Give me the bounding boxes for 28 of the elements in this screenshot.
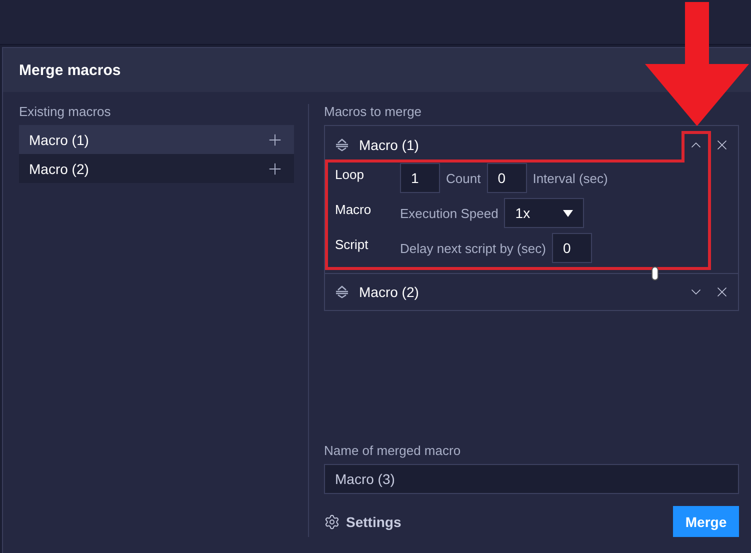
section-label: Existing macros	[19, 104, 112, 119]
gear-icon	[324, 514, 340, 530]
count-field[interactable]: 1	[400, 163, 440, 193]
row-label: Loop	[335, 166, 365, 182]
row-label: Script	[335, 236, 370, 252]
dropdown-arrow-icon	[563, 210, 574, 216]
interval-label: Interval (sec)	[532, 170, 608, 186]
dialog-title: Merge macros	[19, 62, 121, 78]
settings-button[interactable]: Settings	[324, 514, 402, 530]
cursor-icon	[650, 266, 660, 281]
speed-label: Execution Speed	[400, 206, 498, 220]
speed-dropdown[interactable]: 1x	[504, 198, 584, 228]
name-field[interactable]: Macro (3)	[324, 464, 739, 494]
field-label: Name of merged macro	[324, 443, 462, 458]
sort-icon[interactable]	[335, 138, 349, 152]
macro-list-item[interactable]: Macro (1)	[19, 125, 294, 154]
macro-name: Macro (1)	[29, 132, 89, 148]
macro-list-item[interactable]: Macro (2)	[19, 154, 294, 183]
section-label: Macros to merge	[324, 104, 423, 119]
macro-name: Macro (1)	[359, 136, 420, 152]
sort-icon[interactable]	[335, 285, 349, 299]
macro-name: Macro (2)	[359, 284, 420, 300]
count-label: Count	[446, 170, 481, 186]
interval-field[interactable]: 0	[486, 163, 527, 193]
delay-label: Delay next script by (sec)	[400, 240, 546, 256]
delay-field[interactable]: 0	[552, 233, 592, 263]
macro-name: Macro (2)	[29, 160, 89, 176]
row-label: Macro	[335, 201, 372, 217]
